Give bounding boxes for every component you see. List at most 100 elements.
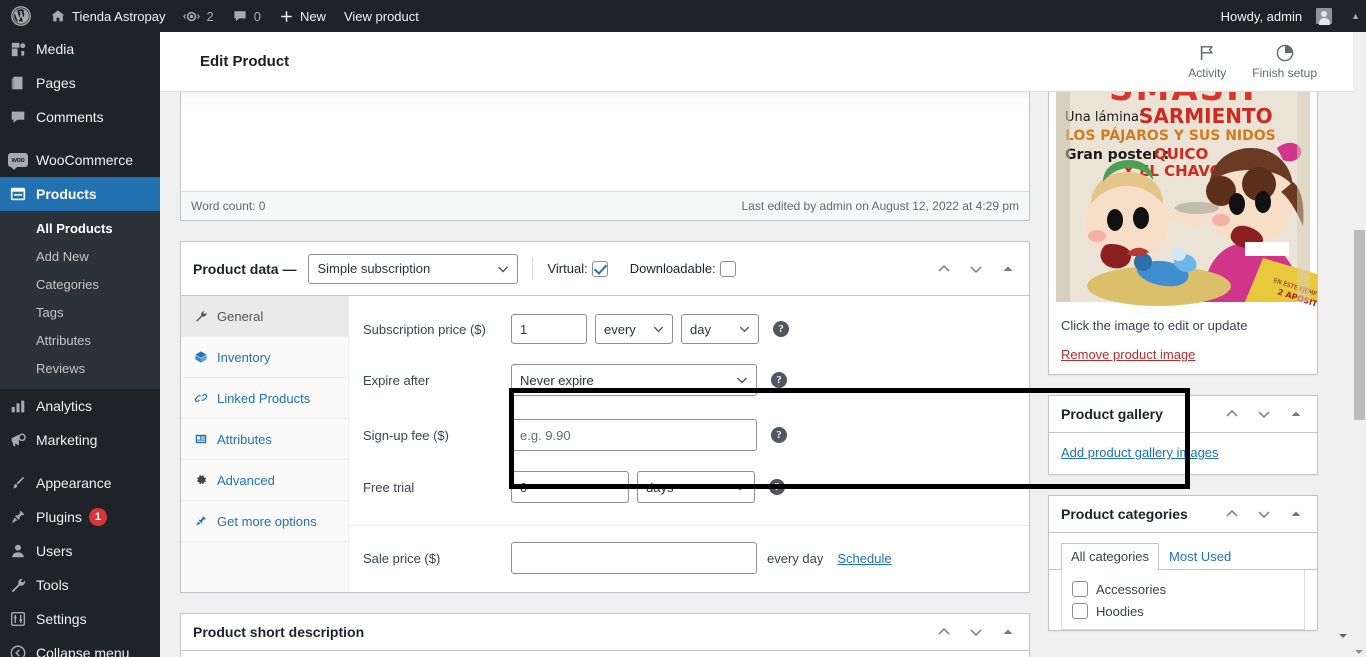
category-item-hoodies[interactable]: Hoodies (1072, 600, 1294, 622)
wordpress-logo-button[interactable] (0, 0, 41, 32)
sidebar-item-marketing[interactable]: Marketing (0, 423, 160, 457)
move-up-icon[interactable] (935, 624, 953, 640)
editor-canvas[interactable] (181, 92, 1029, 192)
submenu-item-add-new[interactable]: Add New (0, 243, 160, 271)
category-item-accessories[interactable]: Accessories (1072, 578, 1294, 600)
sidebar-item-media[interactable]: Media (0, 32, 160, 66)
page-scrollbar-thumb[interactable] (1354, 230, 1365, 420)
sidebar-item-tools[interactable]: Tools (0, 568, 160, 602)
category-scroll-arrow[interactable] (1339, 634, 1347, 653)
category-checklist[interactable]: Accessories Hoodies (1061, 570, 1305, 630)
sidebar-item-comments[interactable]: Comments (0, 100, 160, 134)
inventory-box-icon (193, 350, 209, 364)
expire-after-select[interactable]: Never expire (511, 364, 757, 396)
sidebar-item-label: Collapse menu (36, 645, 130, 657)
sidebar-item-settings[interactable]: Settings (0, 602, 160, 636)
product-data-body: General Inventory Linked Products Attrib… (181, 296, 1029, 592)
updates-count: 2 (206, 8, 214, 24)
free-trial-period-select[interactable]: days (637, 471, 755, 503)
tab-attributes[interactable]: Attributes (181, 419, 348, 460)
finish-setup-button[interactable]: Finish setup (1252, 43, 1317, 80)
subscription-interval-select[interactable]: every (595, 314, 673, 344)
new-content-button[interactable]: New (270, 0, 335, 32)
sidebar-item-label: Pages (36, 75, 76, 91)
tab-label: Inventory (217, 349, 271, 365)
sidebar-item-appearance[interactable]: Appearance (0, 466, 160, 500)
product-image-thumbnail[interactable]: SMASH Una lámina: SARMIENTO LOS PÁJAROS … (1049, 92, 1317, 308)
move-up-icon[interactable] (1223, 506, 1241, 522)
help-question-icon[interactable]: ? (771, 427, 787, 443)
comments-button[interactable]: 0 (223, 0, 270, 32)
product-gallery-title: Product gallery (1061, 406, 1163, 422)
sidebar-item-pages[interactable]: Pages (0, 66, 160, 100)
toggle-panel-icon[interactable] (1287, 508, 1305, 520)
post-side-column: SMASH Una lámina: SARMIENTO LOS PÁJAROS … (1048, 92, 1318, 651)
subscription-price-input[interactable] (511, 314, 587, 344)
activity-button[interactable]: Activity (1188, 43, 1226, 80)
move-down-icon[interactable] (967, 624, 985, 640)
updates-button[interactable]: 2 (174, 0, 222, 32)
add-product-gallery-images-link[interactable]: Add product gallery images (1061, 445, 1219, 460)
help-question-icon[interactable]: ? (773, 321, 789, 337)
product-image-wrap[interactable]: SMASH Una lámina: SARMIENTO LOS PÁJAROS … (1049, 92, 1317, 308)
sidebar-item-woocommerce[interactable]: woo WooCommerce (0, 143, 160, 177)
toggle-panel-icon[interactable] (999, 263, 1017, 275)
flag-icon (1197, 43, 1217, 63)
subscription-period-select[interactable]: day (681, 314, 759, 344)
toggle-panel-icon[interactable] (1287, 408, 1305, 420)
category-checkbox[interactable] (1072, 581, 1088, 597)
tab-most-used[interactable]: Most Used (1159, 543, 1241, 570)
sidebar-item-collapse-menu[interactable]: Collapse menu (0, 636, 160, 657)
submenu-item-attributes[interactable]: Attributes (0, 327, 160, 355)
page-scrollbar[interactable] (1353, 32, 1366, 657)
tab-label: Advanced (217, 472, 275, 488)
tab-advanced[interactable]: Advanced (181, 460, 348, 501)
comments-icon (0, 108, 36, 126)
submenu-item-tags[interactable]: Tags (0, 299, 160, 327)
submenu-item-reviews[interactable]: Reviews (0, 355, 160, 383)
toggle-panel-icon[interactable] (999, 626, 1017, 638)
submenu-item-categories[interactable]: Categories (0, 271, 160, 299)
sidebar-item-label: Settings (36, 611, 87, 627)
submenu-item-all-products[interactable]: All Products (0, 215, 160, 243)
move-down-icon[interactable] (1255, 406, 1273, 422)
plus-icon (279, 9, 294, 24)
remove-product-image-link[interactable]: Remove product image (1061, 347, 1195, 362)
sale-price-input[interactable] (511, 542, 757, 574)
site-name-button[interactable]: Tienda Astropay (41, 0, 174, 32)
sidebar-item-label: Appearance (36, 475, 112, 491)
tab-general[interactable]: General (181, 296, 348, 337)
tab-inventory[interactable]: Inventory (181, 337, 348, 378)
move-up-icon[interactable] (935, 261, 953, 277)
category-checkbox[interactable] (1072, 603, 1088, 619)
downloadable-checkbox-label[interactable]: Downloadable: (630, 260, 736, 277)
free-trial-input[interactable] (511, 471, 629, 503)
tab-label: Get more options (217, 513, 317, 529)
help-question-icon[interactable]: ? (769, 479, 785, 495)
scroll-down-arrow-icon[interactable] (1355, 650, 1363, 654)
signup-fee-input[interactable] (511, 419, 757, 451)
expire-after-wrap: Never expire (511, 364, 757, 396)
virtual-checkbox-label[interactable]: Virtual: (547, 260, 608, 277)
product-type-select[interactable]: Simple subscription (308, 253, 519, 284)
tab-get-more-options[interactable]: Get more options (181, 501, 348, 542)
account-menu-button[interactable]: Howdy, admin (1212, 0, 1341, 32)
sidebar-item-label: Comments (36, 109, 104, 125)
downloadable-checkbox[interactable] (719, 260, 736, 277)
caret-up-icon[interactable]: ▲ (1351, 11, 1360, 21)
subscription-price-row: Subscription price ($) every (349, 306, 1029, 352)
tab-all-categories[interactable]: All categories (1061, 543, 1160, 570)
move-up-icon[interactable] (1223, 406, 1241, 422)
virtual-checkbox[interactable] (591, 260, 608, 277)
tab-label: Linked Products (217, 390, 311, 406)
sidebar-item-analytics[interactable]: Analytics (0, 389, 160, 423)
view-product-button[interactable]: View product (335, 0, 428, 32)
help-question-icon[interactable]: ? (771, 372, 787, 388)
sidebar-item-plugins[interactable]: Plugins 1 (0, 500, 160, 534)
tab-linked-products[interactable]: Linked Products (181, 378, 348, 419)
sidebar-item-users[interactable]: Users (0, 534, 160, 568)
move-down-icon[interactable] (967, 261, 985, 277)
schedule-link[interactable]: Schedule (837, 551, 891, 566)
move-down-icon[interactable] (1255, 506, 1273, 522)
sidebar-item-products[interactable]: Products (0, 177, 160, 211)
